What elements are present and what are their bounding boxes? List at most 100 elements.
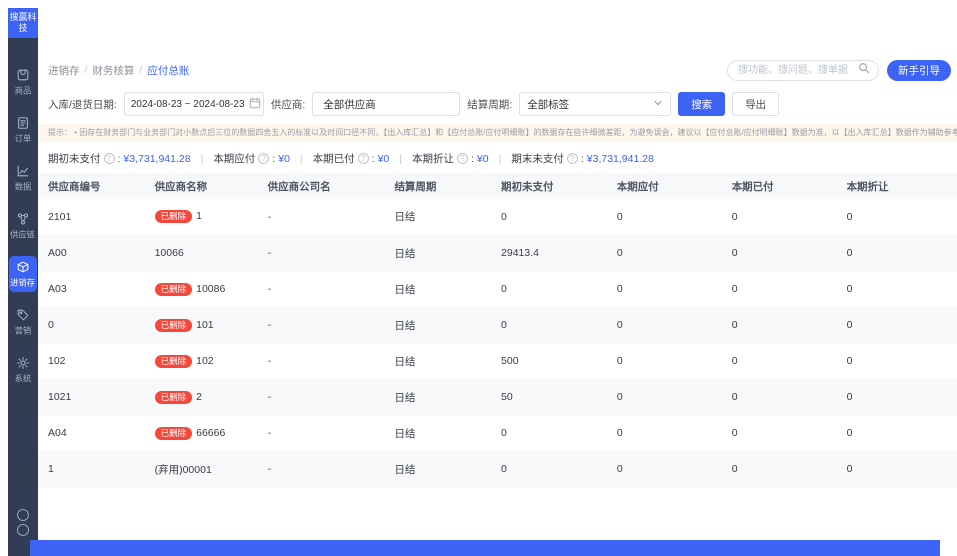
deleted-badge: 已删除 (154, 210, 193, 224)
column-header: 供应商名称 (144, 173, 258, 199)
cell-settlement-cycle: 日结 (384, 199, 492, 236)
sidebar-item-goods[interactable]: 商品 (9, 64, 37, 100)
summary-colon: : (580, 152, 584, 165)
calendar-icon (249, 96, 261, 112)
cell-supplier-code: A04 (38, 415, 145, 452)
export-button[interactable]: 导出 (732, 92, 780, 116)
cell-supplier-name: 已删除 102 (144, 343, 258, 380)
column-header: 本期应付 (606, 173, 722, 199)
info-circle-icon[interactable] (258, 153, 270, 164)
period-select[interactable]: 全部标签 (519, 92, 672, 116)
cell-settlement-cycle: 日结 (384, 271, 492, 308)
cell-supplier-name: 已删除 66666 (144, 415, 258, 452)
summary-separator: | (498, 152, 502, 165)
breadcrumb-item[interactable]: 进销存 (48, 63, 80, 78)
cell-current-payable: 0 (606, 415, 722, 452)
sidebar-item-order[interactable]: 订单 (9, 112, 37, 148)
cell-supplier-code: A03 (38, 271, 145, 308)
supply-chain-icon (16, 212, 30, 226)
table-row[interactable]: A00 10066- 日结 29413.4 0 0 0 (38, 235, 957, 272)
period-filter-label: 结算周期: (467, 98, 513, 111)
date-range-picker[interactable]: 2024-08-23 ~ 2024-08-23 (123, 92, 264, 116)
sidebar-bottom-icon[interactable] (17, 509, 29, 521)
cell-settlement-cycle: 日结 (384, 307, 492, 344)
summary-label: 期初未支付 (48, 153, 101, 165)
sidebar-bottom (17, 509, 29, 536)
table-container: 供应商编号 供应商名称 供应商公司名 结算周期 期初未支付 本期应付 本期已付 本期折让 21… (38, 173, 957, 488)
cell-settlement-cycle: 日结 (384, 235, 492, 272)
table-row[interactable]: 1 (弃用)00001- 日结 0 0 0 0 (38, 451, 957, 488)
column-header: 供应商公司名 (257, 173, 385, 199)
sidebar-item-inventory[interactable]: 进销存 (9, 256, 37, 292)
cell-current-discount: 0 (836, 307, 957, 344)
sidebar-nav: 商品 订单 数据 供应链 进销存 营销 系统 (8, 64, 38, 388)
supplier-input[interactable] (321, 97, 452, 111)
table-row[interactable]: 0 已删除 101- 日结 0 0 0 0 (38, 307, 957, 344)
global-search-input[interactable] (736, 63, 854, 77)
sidebar-item-system[interactable]: 系统 (9, 352, 37, 388)
deleted-badge: 已删除 (154, 354, 193, 368)
table-header-row: 供应商编号 供应商名称 供应商公司名 结算周期 期初未支付 本期应付 本期已付 本期折让 (38, 173, 957, 199)
chevron-down-icon (653, 98, 663, 111)
bottom-scrollbar[interactable] (30, 540, 940, 556)
summary-label: 本期应付 (213, 153, 256, 165)
sidebar-item-data[interactable]: 数据 (9, 160, 37, 196)
summary-value: ¥3,731,941.28 (586, 152, 654, 165)
cell-supplier-name: 已删除 2 (144, 379, 258, 416)
cell-opening-unpaid: 0 (491, 307, 607, 344)
filter-bar: 入库/退货日期: 2024-08-23 ~ 2024-08-23 供应商: 结算… (48, 92, 951, 116)
cell-company-name: - (257, 451, 385, 488)
breadcrumb-item[interactable]: 财务核算 (92, 63, 134, 78)
table-row[interactable]: 1021 已删除 2- 日结 50 0 0 0 (38, 379, 957, 416)
cell-opening-unpaid: 0 (491, 271, 607, 308)
marketing-tag-icon (16, 308, 30, 322)
table-row[interactable]: 102 已删除 102- 日结 500 0 0 0 (38, 343, 957, 380)
table-row[interactable]: A03 已删除 10086- 日结 0 0 0 0 (38, 271, 957, 308)
column-header: 结算周期 (384, 173, 492, 199)
sidebar-item-supply[interactable]: 供应链 (9, 208, 37, 244)
info-circle-icon[interactable] (457, 153, 468, 164)
cell-company-name: - (257, 235, 385, 272)
deleted-badge: 已删除 (154, 282, 193, 296)
sidebar-item-marketing[interactable]: 营销 (9, 304, 37, 340)
cell-supplier-code: 0 (38, 307, 145, 344)
cell-settlement-cycle: 日结 (384, 415, 492, 452)
cell-supplier-name: 已删除 101 (144, 307, 258, 344)
period-select-value: 全部标签 (527, 98, 570, 111)
cell-company-name: - (257, 379, 385, 416)
breadcrumb-separator: / (84, 64, 88, 76)
magnifier-icon[interactable] (858, 61, 870, 79)
cell-current-discount: 0 (836, 235, 957, 272)
summary-separator: | (399, 152, 402, 165)
sidebar-bottom-icon[interactable] (17, 524, 29, 536)
summary-label: 本期折让 (412, 153, 454, 165)
cell-current-discount: 0 (836, 415, 957, 452)
topbar-right: 新手引导 (727, 59, 951, 81)
cell-current-paid: 0 (721, 307, 837, 344)
cell-current-paid: 0 (721, 199, 837, 236)
cell-current-discount: 0 (836, 451, 957, 488)
guide-button[interactable]: 新手引导 (887, 59, 951, 81)
topbar: 进销存 / 财务核算 / 应付总账 新手引导 (48, 58, 951, 82)
app-logo: 搜赢科技 (8, 8, 38, 38)
cell-supplier-name: (弃用)00001 (144, 451, 258, 488)
cell-current-payable: 0 (606, 343, 722, 380)
column-header: 供应商编号 (38, 173, 145, 199)
cell-current-paid: 0 (721, 379, 837, 416)
sidebar-item-label: 订单 (14, 134, 32, 144)
cell-supplier-code: A00 (38, 235, 145, 272)
search-button[interactable]: 搜索 (678, 92, 726, 116)
goods-icon (16, 68, 30, 82)
info-circle-icon[interactable] (357, 153, 369, 164)
cell-current-paid: 0 (721, 271, 837, 308)
cell-opening-unpaid: 29413.4 (491, 235, 607, 272)
cell-company-name: - (257, 199, 385, 236)
info-circle-icon[interactable] (103, 153, 115, 164)
summary-value: ¥0 (278, 152, 290, 165)
summary-item: 本期折让:¥0 (412, 151, 489, 166)
table-row[interactable]: 2101 已删除 1- 日结 0 0 0 0 (38, 199, 957, 236)
summary-separator: | (200, 152, 204, 165)
order-icon (16, 116, 30, 130)
table-row[interactable]: A04 已删除 66666- 日结 0 0 0 0 (38, 415, 957, 452)
info-circle-icon[interactable] (566, 153, 578, 164)
